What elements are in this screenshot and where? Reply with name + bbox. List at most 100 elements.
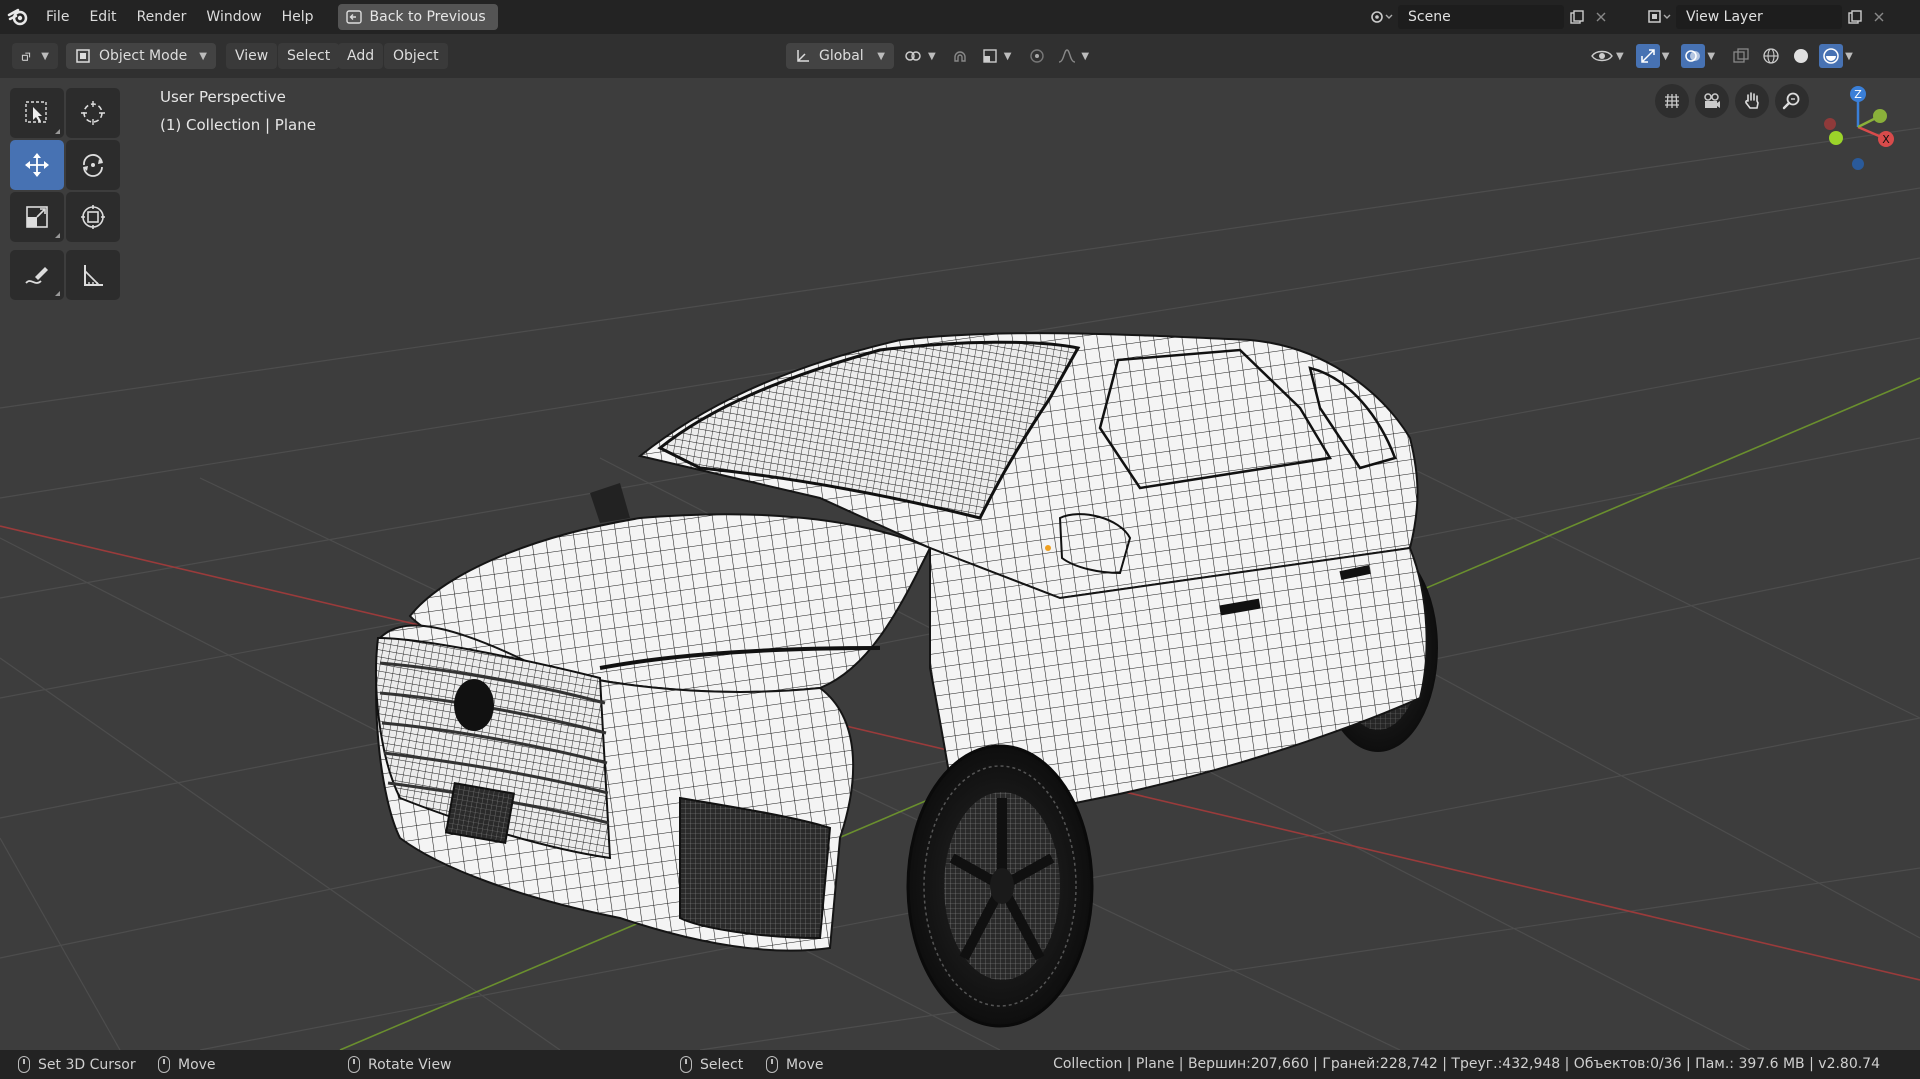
close-view-layer-icon[interactable] xyxy=(1868,4,1890,30)
scene-icon[interactable] xyxy=(1366,4,1398,30)
mouse-drag-icon xyxy=(158,1056,170,1073)
menu-window[interactable]: Window xyxy=(196,0,271,34)
mouse-right-icon xyxy=(680,1056,692,1073)
chevron-down-icon: ▼ xyxy=(41,50,49,62)
zoom-view-button[interactable] xyxy=(1775,84,1809,118)
object-mode-icon xyxy=(76,49,90,63)
measure-tool[interactable] xyxy=(66,250,120,300)
blender-logo-icon[interactable] xyxy=(0,0,36,34)
gizmo-toggle-icon[interactable] xyxy=(1635,44,1660,68)
pivot-point-icon[interactable] xyxy=(902,44,926,68)
move-icon xyxy=(25,153,49,177)
menu-file[interactable]: File xyxy=(36,0,79,34)
status-select: Select xyxy=(680,1050,743,1079)
hand-pan-icon xyxy=(1745,92,1759,109)
tool-variant-indicator xyxy=(55,129,60,134)
select-menu[interactable]: Select xyxy=(278,43,340,69)
back-arrow-icon xyxy=(345,10,362,24)
move-tool[interactable] xyxy=(10,140,64,190)
transform-tool[interactable] xyxy=(66,192,120,242)
material-preview-shading-icon[interactable] xyxy=(1819,44,1844,68)
tool-variant-indicator xyxy=(55,233,60,238)
orientation-label: Global xyxy=(819,48,864,64)
editor-type-button[interactable]: ▼ xyxy=(12,43,58,69)
collection-label: (1) Collection | Plane xyxy=(160,116,316,134)
rotate-tool[interactable] xyxy=(66,140,120,190)
viewport-scene[interactable] xyxy=(0,78,1920,1050)
scene-name-field[interactable]: Scene xyxy=(1398,5,1564,29)
toggle-grid-button[interactable] xyxy=(1655,84,1689,118)
tool-shelf xyxy=(10,88,122,302)
mode-label: Object Mode xyxy=(99,48,188,64)
new-view-layer-icon[interactable] xyxy=(1842,4,1868,30)
mouse-left-icon xyxy=(18,1056,30,1073)
logo-emblem xyxy=(454,679,494,731)
view-layer-selector: View Layer xyxy=(1644,4,1890,30)
pan-view-button[interactable] xyxy=(1735,84,1769,118)
status-rotate-view: Rotate View xyxy=(348,1050,452,1079)
camera-view-button[interactable] xyxy=(1695,84,1729,118)
object-menu[interactable]: Object xyxy=(384,43,448,69)
view-menu[interactable]: View xyxy=(226,43,278,69)
xray-toggle-icon[interactable] xyxy=(1729,44,1753,68)
status-select-label: Select xyxy=(700,1056,744,1073)
top-bar: File Edit Render Window Help Back to Pre… xyxy=(0,0,1920,34)
editor-type-icon xyxy=(21,52,31,61)
status-bar: Set 3D Cursor Move Rotate View Select Mo… xyxy=(0,1050,1920,1079)
visibility-eye-icon[interactable] xyxy=(1590,44,1614,68)
snap-icon[interactable] xyxy=(948,44,972,68)
cursor-tool[interactable] xyxy=(66,88,120,138)
solid-shading-icon[interactable] xyxy=(1789,44,1813,68)
back-to-previous-button[interactable]: Back to Previous xyxy=(337,4,498,30)
snap-target-icon[interactable] xyxy=(978,44,1002,68)
back-to-previous-label: Back to Previous xyxy=(369,9,486,25)
zoom-icon xyxy=(1782,92,1800,110)
x-axis-letter: X xyxy=(1882,133,1890,146)
3d-viewport[interactable]: User Perspective (1) Collection | Plane … xyxy=(0,78,1920,1050)
transform-icon xyxy=(81,205,105,229)
view-layer-icon[interactable] xyxy=(1644,4,1676,30)
grid-view-icon xyxy=(1665,93,1679,109)
perspective-label: User Perspective xyxy=(160,88,286,106)
chevron-down-icon: ▼ xyxy=(1845,50,1853,62)
car-model[interactable] xyxy=(375,332,1438,1028)
chevron-down-icon: ▼ xyxy=(199,50,207,62)
orientation-gizmo[interactable]: Z X xyxy=(1808,78,1908,172)
mouse-middle-icon xyxy=(348,1056,360,1073)
wireframe-shading-icon[interactable] xyxy=(1759,44,1783,68)
chevron-down-icon: ▼ xyxy=(877,50,885,62)
new-scene-icon[interactable] xyxy=(1564,4,1590,30)
viewport-display-group: ▼ ▼ ▼ ▼ xyxy=(1590,43,1853,69)
close-scene-icon[interactable] xyxy=(1590,4,1612,30)
chevron-down-icon: ▼ xyxy=(1616,50,1624,62)
camera-icon xyxy=(1704,93,1720,108)
scale-tool[interactable] xyxy=(10,192,64,242)
annotate-tool[interactable] xyxy=(10,250,64,300)
status-move: Move xyxy=(158,1050,216,1079)
neg-z-axis-handle xyxy=(1852,158,1864,170)
status-move-2: Move xyxy=(766,1050,824,1079)
menu-help[interactable]: Help xyxy=(272,0,324,34)
orientation-dropdown[interactable]: Global ▼ xyxy=(786,43,894,69)
neg-y-axis-handle xyxy=(1829,131,1843,145)
status-rotate-view-label: Rotate View xyxy=(368,1056,452,1073)
rotate-icon xyxy=(83,154,103,177)
overlays-toggle-icon[interactable] xyxy=(1681,44,1706,68)
falloff-icon[interactable] xyxy=(1055,44,1079,68)
orientation-icon xyxy=(797,50,809,62)
scene-statistics: Collection | Plane | Вершин:207,660 | Гр… xyxy=(1053,1056,1880,1072)
status-set-cursor-label: Set 3D Cursor xyxy=(38,1056,136,1073)
viewport-header: ▼ Object Mode ▼ View Select Add Object G… xyxy=(0,34,1920,78)
menu-render[interactable]: Render xyxy=(127,0,197,34)
proportional-edit-icon[interactable] xyxy=(1025,44,1049,68)
add-menu[interactable]: Add xyxy=(338,43,384,69)
select-box-tool[interactable] xyxy=(10,88,64,138)
menu-edit[interactable]: Edit xyxy=(79,0,126,34)
status-set-cursor: Set 3D Cursor xyxy=(18,1050,136,1079)
view-layer-name-field[interactable]: View Layer xyxy=(1676,5,1842,29)
mode-dropdown[interactable]: Object Mode ▼ xyxy=(66,43,216,69)
tool-variant-indicator xyxy=(55,291,60,296)
status-move-2-label: Move xyxy=(786,1056,824,1073)
neg-x-axis-handle xyxy=(1824,118,1836,130)
measure-icon xyxy=(84,265,103,286)
